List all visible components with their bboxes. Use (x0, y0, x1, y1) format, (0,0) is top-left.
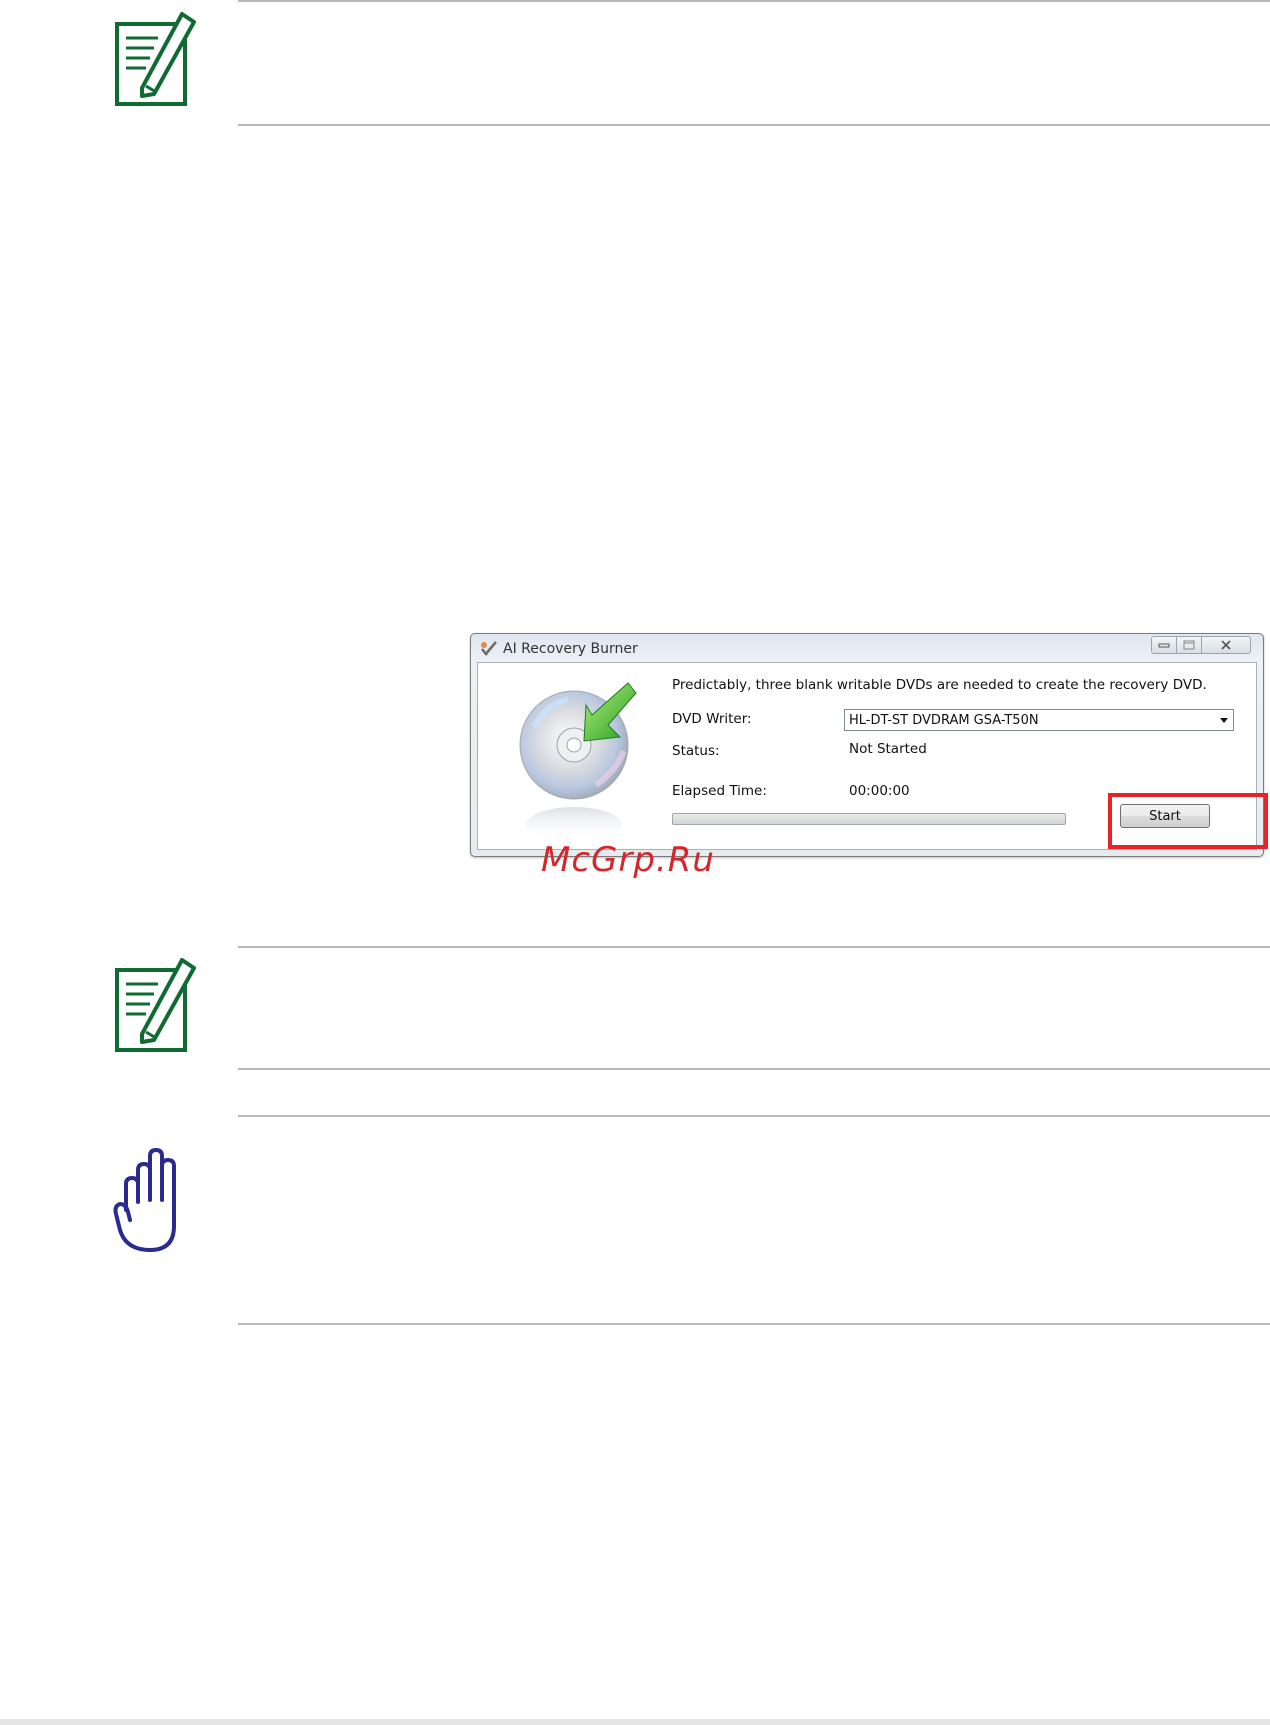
elapsed-time-label: Elapsed Time: (672, 783, 767, 799)
dvd-writer-selected-value: HL-DT-ST DVDRAM GSA-T50N (849, 713, 1039, 728)
dvd-disc-icon (519, 682, 637, 843)
burn-progress-bar (672, 813, 1066, 825)
note-pencil-icon (115, 958, 196, 1052)
footer-band (0, 1719, 1270, 1725)
note-rule-2-top (238, 946, 1270, 948)
window-titlebar[interactable]: AI Recovery Burner (471, 634, 1263, 664)
warning-rule-top (238, 1115, 1270, 1117)
note-rule-1 (238, 124, 1270, 126)
status-label: Status: (672, 743, 720, 759)
watermark-text: McGrp.Ru (541, 840, 715, 880)
top-rule (238, 0, 1270, 2)
dropdown-arrow-icon[interactable] (1220, 718, 1228, 723)
dvd-writer-select[interactable]: HL-DT-ST DVDRAM GSA-T50N (844, 709, 1234, 731)
app-icon (481, 641, 497, 656)
info-message: Predictably, three blank writable DVDs a… (672, 677, 1207, 693)
status-value: Not Started (849, 741, 927, 757)
minimize-button[interactable] (1151, 636, 1177, 654)
maximize-button[interactable] (1176, 636, 1202, 654)
window-title: AI Recovery Burner (503, 641, 638, 657)
close-icon (1221, 640, 1231, 650)
hand-stop-icon (113, 1148, 176, 1252)
minimize-icon (1158, 643, 1170, 648)
note-pencil-icon (115, 12, 196, 106)
warning-rule-bottom (238, 1323, 1270, 1325)
start-button-highlight (1108, 793, 1268, 849)
maximize-icon (1183, 640, 1195, 650)
close-button[interactable] (1201, 636, 1251, 654)
note-rule-2-bottom (238, 1068, 1270, 1070)
dvd-writer-label: DVD Writer: (672, 711, 752, 727)
elapsed-time-value: 00:00:00 (849, 783, 910, 799)
